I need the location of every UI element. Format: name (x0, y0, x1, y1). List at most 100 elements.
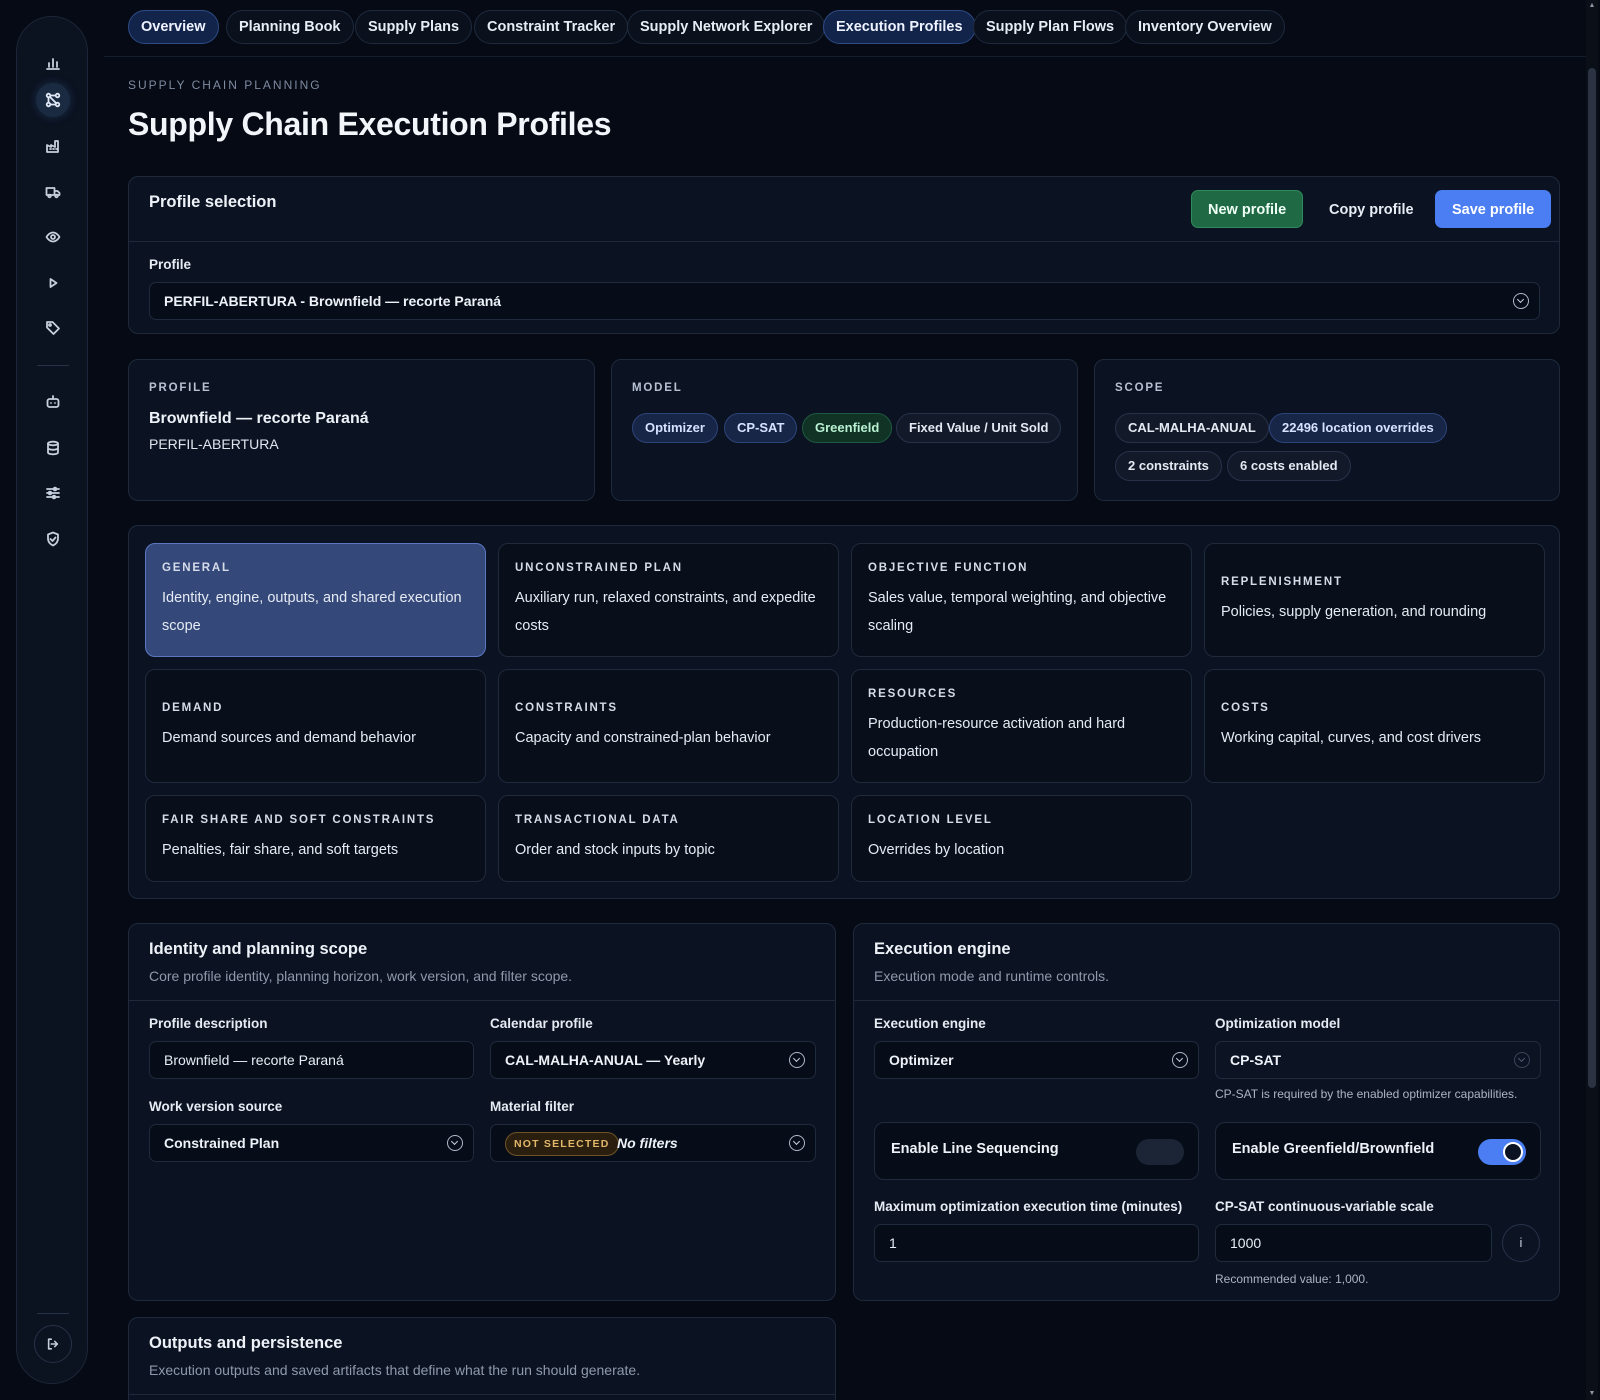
section-demand[interactable]: DEMAND Demand sources and demand behavio… (145, 669, 486, 783)
identity-title: Identity and planning scope (149, 940, 368, 958)
sliders-icon[interactable] (36, 476, 70, 510)
section-resources-desc: Production-resource activation and hard … (868, 716, 1126, 760)
material-filter-label: Material filter (490, 1099, 575, 1114)
section-demand-eyebrow: DEMAND (162, 702, 224, 714)
execution-engine-header: Execution engine Execution mode and runt… (854, 924, 1559, 1001)
section-transactional-data[interactable]: TRANSACTIONAL DATA Order and stock input… (498, 795, 839, 882)
page-scrollbar[interactable]: ▲ ▼ (1586, 0, 1598, 1400)
shield-check-icon[interactable] (36, 522, 70, 556)
section-constraints[interactable]: CONSTRAINTS Capacity and constrained-pla… (498, 669, 839, 783)
work-version-value: Constrained Plan (164, 1135, 280, 1151)
section-transactional-eyebrow: TRANSACTIONAL DATA (515, 814, 680, 826)
section-objective-eyebrow: OBJECTIVE FUNCTION (868, 562, 1029, 574)
model-pill-greenfield: Greenfield (802, 413, 893, 443)
section-resources[interactable]: RESOURCES Production-resource activation… (851, 669, 1192, 783)
work-version-select[interactable]: Constrained Plan (149, 1124, 474, 1162)
profile-summary-name: Brownfield — recorte Paraná (149, 410, 369, 427)
section-constraints-desc: Capacity and constrained-plan behavior (515, 730, 771, 746)
execution-engine-value: Optimizer (889, 1052, 954, 1068)
execution-engine-select[interactable]: Optimizer (874, 1041, 1199, 1079)
copy-profile-button[interactable]: Copy profile (1312, 190, 1431, 228)
chevron-down-icon (447, 1135, 463, 1151)
sidebar-divider (37, 1313, 69, 1314)
factory-icon[interactable] (36, 129, 70, 163)
section-unconstrained-desc: Auxiliary run, relaxed constraints, and … (515, 590, 816, 634)
profile-selection-header: Profile selection New profile Copy profi… (129, 177, 1559, 242)
section-fair-share-desc: Penalties, fair share, and soft targets (162, 842, 399, 858)
save-profile-button[interactable]: Save profile (1435, 190, 1552, 228)
optimization-model-value: CP-SAT (1230, 1052, 1282, 1068)
not-selected-badge: NOT SELECTED (505, 1132, 619, 1156)
section-fair-share[interactable]: FAIR SHARE AND SOFT CONSTRAINTS Penaltie… (145, 795, 486, 882)
scope-pill-constraints: 2 constraints (1115, 451, 1222, 481)
max-time-input[interactable]: 1 (874, 1224, 1199, 1262)
database-icon[interactable] (36, 431, 70, 465)
tag-icon[interactable] (36, 311, 70, 345)
info-icon[interactable]: i (1502, 1224, 1540, 1262)
section-objective-desc: Sales value, temporal weighting, and obj… (868, 590, 1167, 634)
tab-inventory-overview[interactable]: Inventory Overview (1125, 10, 1285, 44)
workflow-icon[interactable] (36, 83, 70, 117)
sidebar (16, 16, 88, 1384)
section-demand-desc: Demand sources and demand behavior (162, 730, 416, 746)
line-sequencing-switch[interactable] (1136, 1139, 1184, 1165)
tab-constraint-tracker[interactable]: Constraint Tracker (474, 10, 629, 44)
profile-description-input[interactable]: Brownfield — recorte Paraná (149, 1041, 474, 1079)
section-unconstrained-plan[interactable]: UNCONSTRAINED PLAN Auxiliary run, relaxe… (498, 543, 839, 657)
execution-engine-card: Execution engine Execution mode and runt… (853, 923, 1560, 1301)
section-costs[interactable]: COSTS Working capital, curves, and cost … (1204, 669, 1545, 783)
sections-grid-card: GENERAL Identity, engine, outputs, and s… (128, 525, 1560, 899)
material-filter-select[interactable]: NOT SELECTED No filters (490, 1124, 816, 1162)
greenfield-label: Enable Greenfield/Brownfield (1232, 1141, 1435, 1157)
section-costs-desc: Working capital, curves, and cost driver… (1221, 730, 1482, 746)
section-replenishment-eyebrow: REPLENISHMENT (1221, 576, 1343, 588)
section-general[interactable]: GENERAL Identity, engine, outputs, and s… (145, 543, 486, 657)
section-replenishment[interactable]: REPLENISHMENT Policies, supply generatio… (1204, 543, 1545, 657)
outputs-card: Outputs and persistence Execution output… (128, 1317, 836, 1400)
section-location-desc: Overrides by location (868, 842, 1005, 858)
tab-supply-network-explorer[interactable]: Supply Network Explorer (627, 10, 826, 44)
greenfield-switch[interactable] (1478, 1139, 1526, 1165)
section-location-level[interactable]: LOCATION LEVEL Overrides by location (851, 795, 1192, 882)
execution-engine-subtitle: Execution mode and runtime controls. (874, 968, 1110, 984)
outputs-title: Outputs and persistence (149, 1334, 343, 1352)
section-costs-eyebrow: COSTS (1221, 702, 1270, 714)
work-version-label: Work version source (149, 1099, 283, 1114)
cpsat-scale-input[interactable]: 1000 (1215, 1224, 1492, 1262)
identity-card: Identity and planning scope Core profile… (128, 923, 836, 1301)
new-profile-button[interactable]: New profile (1191, 190, 1304, 228)
scroll-thumb[interactable] (1588, 68, 1596, 1088)
model-pill-optimizer: Optimizer (632, 413, 718, 443)
calendar-profile-label: Calendar profile (490, 1016, 593, 1031)
model-summary-card: MODEL Optimizer CP-SAT Greenfield Fixed … (611, 359, 1078, 501)
tab-supply-plan-flows[interactable]: Supply Plan Flows (973, 10, 1128, 44)
calendar-profile-select[interactable]: CAL-MALHA-ANUAL — Yearly (490, 1041, 816, 1079)
sidebar-divider (37, 365, 69, 366)
optimization-model-select[interactable]: CP-SAT (1215, 1041, 1541, 1079)
logout-button[interactable] (34, 1325, 72, 1363)
section-objective-function[interactable]: OBJECTIVE FUNCTION Sales value, temporal… (851, 543, 1192, 657)
robot-icon[interactable] (36, 385, 70, 419)
profile-label: Profile (149, 257, 192, 272)
bar-chart-icon[interactable] (36, 46, 70, 80)
tab-overview[interactable]: Overview (128, 10, 219, 44)
scope-pill-costs: 6 costs enabled (1227, 451, 1351, 481)
tab-execution-profiles[interactable]: Execution Profiles (823, 10, 976, 44)
profile-selection-title: Profile selection (149, 193, 277, 211)
chevron-down-icon (789, 1135, 805, 1151)
profile-select[interactable]: PERFIL-ABERTURA - Brownfield — recorte P… (149, 282, 1540, 320)
chevron-down-icon (789, 1052, 805, 1068)
scroll-down-arrow[interactable]: ▼ (1588, 1390, 1596, 1398)
eye-icon[interactable] (36, 220, 70, 254)
top-tab-bar: Overview Planning Book Supply Plans Cons… (104, 0, 1586, 57)
model-summary-eyebrow: MODEL (632, 382, 683, 394)
chevron-down-icon (1514, 1052, 1530, 1068)
play-icon[interactable] (36, 266, 70, 300)
truck-icon[interactable] (36, 175, 70, 209)
profile-summary-card: PROFILE Brownfield — recorte Paraná PERF… (128, 359, 595, 501)
scroll-up-arrow[interactable]: ▲ (1588, 2, 1596, 10)
page-eyebrow: SUPPLY CHAIN PLANNING (128, 78, 322, 92)
tab-planning-book[interactable]: Planning Book (226, 10, 354, 44)
tab-supply-plans[interactable]: Supply Plans (355, 10, 473, 44)
section-general-eyebrow: GENERAL (162, 562, 231, 574)
